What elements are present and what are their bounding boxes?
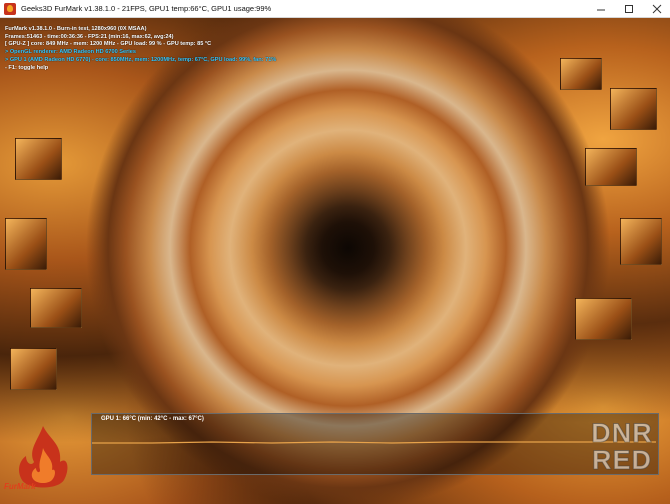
minimize-icon [597, 9, 605, 11]
close-button[interactable] [644, 0, 670, 18]
decor-block [620, 218, 662, 265]
decor-block [585, 148, 637, 186]
window-title: Geeks3D FurMark v1.38.1.0 - 21FPS, GPU1 … [21, 4, 272, 13]
render-viewport[interactable]: FurMark v1.38.1.0 - Burn-in test, 1280x9… [0, 18, 670, 504]
hud-line-help: - F1: toggle help [5, 64, 49, 71]
close-icon [652, 4, 662, 14]
decor-block [30, 288, 82, 328]
watermark-line-1: DNR [591, 418, 653, 448]
temperature-line [92, 441, 656, 444]
hud-line-renderer: > OpenGL renderer: AMD Radeon HD 6700 Se… [5, 49, 137, 56]
title-bar[interactable]: Geeks3D FurMark v1.38.1.0 - 21FPS, GPU1 … [0, 0, 670, 18]
maximize-button[interactable] [616, 0, 642, 18]
hud-line-gpuz: [ GPU-Z ] core: 849 MHz - mem: 1200 MHz … [5, 41, 212, 48]
temperature-graph: GPU 1: 66°C (min: 42°C - max: 67°C) [91, 413, 659, 475]
minimize-button[interactable] [588, 0, 614, 18]
temperature-graph-plot [92, 441, 656, 444]
watermark-line-2: RED [591, 445, 652, 475]
hud-overlay: FurMark v1.38.1.0 - Burn-in test, 1280x9… [5, 26, 276, 72]
furmark-logo-text: FurMark [4, 482, 36, 491]
decor-block [610, 88, 657, 130]
decor-block [10, 348, 57, 390]
decor-block [560, 58, 602, 90]
furmark-window: Geeks3D FurMark v1.38.1.0 - 21FPS, GPU1 … [0, 0, 670, 504]
decor-block [5, 218, 47, 270]
maximize-icon [625, 5, 633, 13]
decor-block [15, 138, 62, 180]
furmark-app-icon [4, 2, 16, 15]
dnr-red-watermark: DNR RED [586, 418, 658, 475]
hud-line-title: FurMark v1.38.1.0 - Burn-in test, 1280x9… [5, 26, 147, 32]
decor-block [575, 298, 632, 340]
hud-line-gpu1: > GPU 1 (AMD Radeon HD 6770) - core: 850… [5, 56, 277, 63]
